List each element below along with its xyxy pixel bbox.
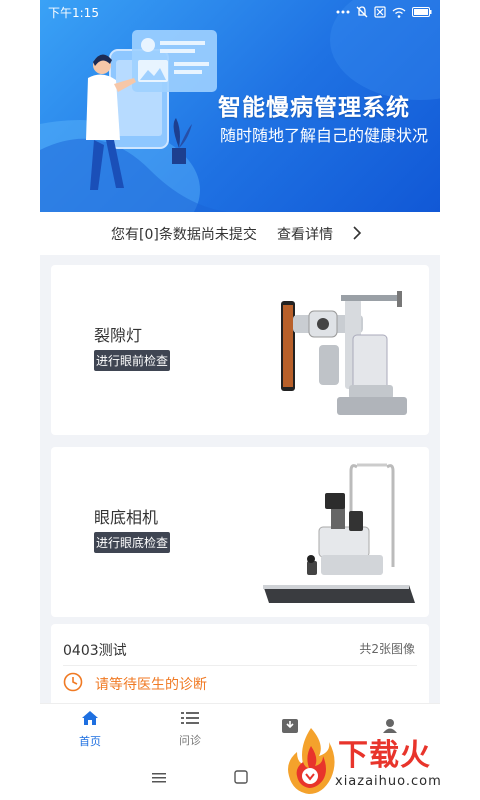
- notice-text: 您有[0]条数据尚未提交: [111, 226, 257, 243]
- device-card-slit-lamp[interactable]: 裂隙灯 进行眼前检查: [51, 265, 429, 435]
- divider: [63, 665, 417, 666]
- exam-record-card[interactable]: 0403测试 共2张图像 请等待医生的诊断: [51, 624, 429, 714]
- status-icons: [336, 6, 432, 18]
- home-square-icon[interactable]: [234, 769, 248, 788]
- banner[interactable]: 智能慢病管理系统 随时随地了解自己的健康状况: [40, 0, 440, 212]
- mute-icon: [356, 6, 368, 18]
- tab-consultation[interactable]: 问诊: [140, 704, 240, 754]
- list-icon: [181, 711, 199, 728]
- record-name: 0403测试: [63, 643, 127, 659]
- device-action-button[interactable]: 进行眼前检查: [94, 350, 171, 371]
- tab-home[interactable]: 首页: [40, 704, 140, 754]
- device-action-button[interactable]: 进行眼底检查: [94, 532, 171, 553]
- app-screen: 智能慢病管理系统 随时随地了解自己的健康状况 下午1:15 您有[0]条数据尚未…: [40, 0, 440, 800]
- banner-title: 智能慢病管理系统: [218, 95, 410, 121]
- banner-subtitle: 随时随地了解自己的健康状况: [220, 126, 429, 145]
- device-card-fundus-camera[interactable]: 眼底相机 进行眼底检查: [51, 447, 429, 617]
- battery-icon: [412, 7, 432, 17]
- watermark-url: xiazaihuo.com: [335, 774, 442, 789]
- menu-icon[interactable]: [152, 769, 166, 788]
- home-icon: [81, 710, 99, 729]
- tab-label: 首页: [79, 734, 101, 748]
- wifi-icon: [392, 7, 406, 18]
- image-count: 共2张图像: [359, 642, 415, 656]
- view-details-link[interactable]: 查看详情: [277, 224, 333, 244]
- status-time: 下午1:15: [48, 5, 99, 20]
- slit-lamp-image: [281, 291, 407, 415]
- flame-logo-icon: [288, 728, 335, 794]
- device-name: 裂隙灯: [94, 326, 143, 345]
- watermark-logo: 下载火 xiazaihuo.com: [285, 722, 480, 800]
- dots-icon: [336, 7, 350, 17]
- watermark-text: 下载火: [338, 738, 431, 773]
- clock-icon: [63, 672, 83, 696]
- record-status: 请等待医生的诊断: [63, 672, 207, 696]
- pending-data-notice[interactable]: 您有[0]条数据尚未提交 查看详情: [40, 212, 440, 255]
- fundus-camera-image: [263, 463, 415, 603]
- device-name: 眼底相机: [94, 508, 159, 527]
- chevron-right-icon[interactable]: [352, 226, 362, 244]
- status-bar: 下午1:15: [40, 0, 440, 24]
- no-sim-icon: [374, 6, 386, 18]
- tab-label: 问诊: [179, 733, 201, 747]
- status-text: 请等待医生的诊断: [95, 677, 207, 693]
